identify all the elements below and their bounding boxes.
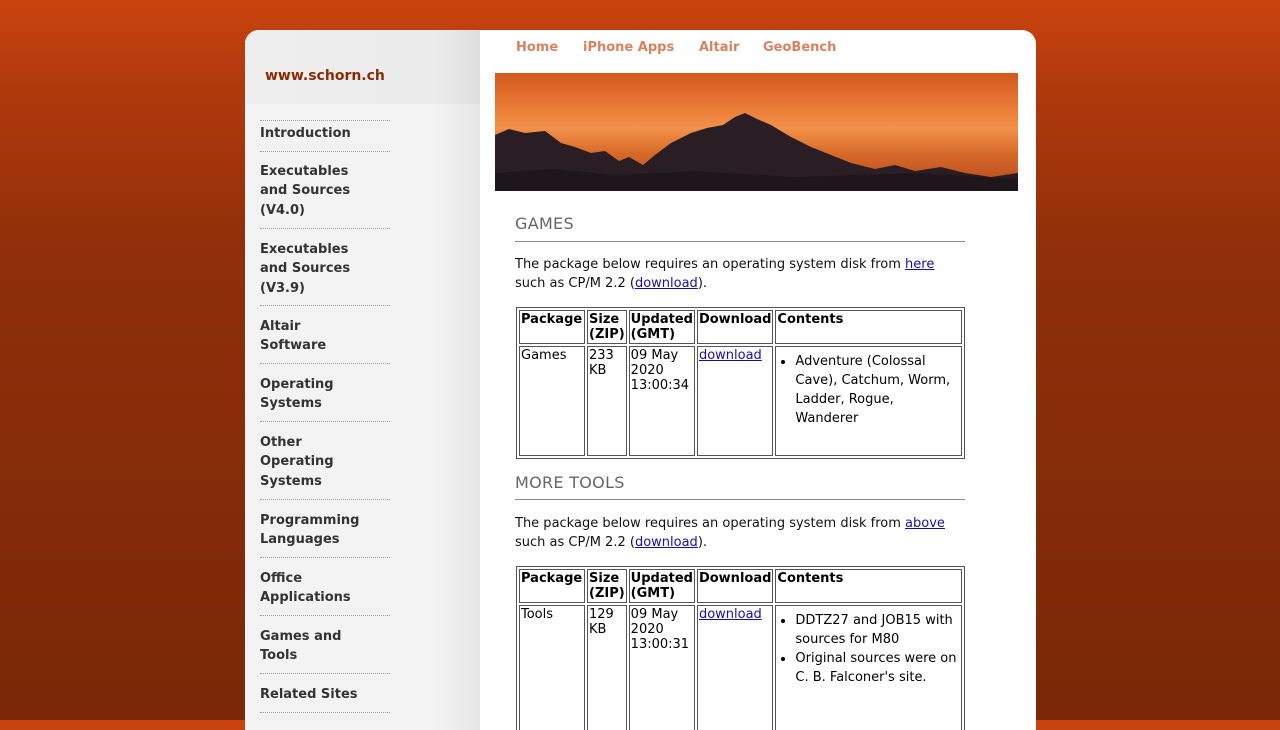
cell-contents: Adventure (Colossal Cave), Catchum, Worm… bbox=[775, 346, 962, 456]
cell-download: download bbox=[696, 605, 774, 730]
sidebar-divider bbox=[260, 228, 390, 229]
col-header-contents: Contents bbox=[775, 569, 962, 603]
list-item: Original sources were on C. B. Falconer'… bbox=[795, 649, 960, 687]
sidebar-divider bbox=[260, 499, 390, 500]
section-divider bbox=[515, 241, 965, 242]
col-header-package: Package bbox=[519, 310, 585, 344]
sidebar-divider bbox=[260, 557, 390, 558]
main-content: Home iPhone Apps Altair GeoBench GAMES T… bbox=[495, 30, 1036, 730]
sidebar-item-executables-v39[interactable]: Executables and Sources (V3.9) bbox=[260, 240, 380, 298]
section-intro-more-tools: The package below requires an operating … bbox=[515, 514, 975, 552]
table-row: Games 233 KB 09 May 2020 13:00:34 downlo… bbox=[519, 346, 962, 456]
section-divider bbox=[515, 499, 965, 500]
page-card: www.schorn.ch Introduction Executables a… bbox=[245, 30, 1036, 730]
col-header-updated: Updated (GMT) bbox=[628, 310, 695, 344]
tools-table: Package Size (ZIP) Updated (GMT) Downloa… bbox=[516, 566, 965, 730]
topnav-altair[interactable]: Altair bbox=[699, 40, 739, 55]
cell-package: Games bbox=[519, 346, 585, 456]
list-item: DDTZ27 and JOB15 with sources for M80 bbox=[795, 611, 960, 649]
col-header-download: Download bbox=[696, 310, 774, 344]
sidebar: www.schorn.ch Introduction Executables a… bbox=[245, 30, 480, 730]
table-header-row: Package Size (ZIP) Updated (GMT) Downloa… bbox=[519, 310, 962, 344]
sidebar-divider bbox=[260, 120, 390, 121]
col-header-download: Download bbox=[696, 569, 774, 603]
sidebar-item-office-applications[interactable]: Office Applications bbox=[260, 569, 380, 608]
site-title-link[interactable]: www.schorn.ch bbox=[265, 68, 385, 84]
section-intro-games: The package below requires an operating … bbox=[515, 255, 975, 293]
section-title-more-tools: MORE TOOLS bbox=[515, 473, 625, 492]
intro-text: such as CP/M 2.2 ( bbox=[515, 276, 635, 291]
sidebar-divider bbox=[260, 712, 390, 713]
sidebar-item-altair-software[interactable]: Altair Software bbox=[260, 317, 380, 356]
cpm-download-link[interactable]: download bbox=[635, 276, 698, 291]
sunset-mountain-banner bbox=[495, 73, 1018, 191]
topnav-geobench[interactable]: GeoBench bbox=[763, 40, 836, 55]
sidebar-divider bbox=[260, 363, 390, 364]
os-disk-link[interactable]: here bbox=[905, 257, 934, 272]
sidebar-divider bbox=[260, 615, 390, 616]
cell-contents: DDTZ27 and JOB15 with sources for M80 Or… bbox=[775, 605, 962, 730]
cpm-download-link[interactable]: download bbox=[635, 535, 698, 550]
intro-text: ). bbox=[697, 276, 708, 291]
section-title-games: GAMES bbox=[515, 214, 574, 233]
cell-package: Tools bbox=[519, 605, 585, 730]
sidebar-divider bbox=[260, 421, 390, 422]
sidebar-divider bbox=[260, 151, 390, 152]
cell-updated: 09 May 2020 13:00:31 bbox=[628, 605, 695, 730]
games-download-link[interactable]: download bbox=[699, 348, 762, 363]
cell-size: 129 KB bbox=[587, 605, 627, 730]
table-row: Tools 129 KB 09 May 2020 13:00:31 downlo… bbox=[519, 605, 962, 730]
table-header-row: Package Size (ZIP) Updated (GMT) Downloa… bbox=[519, 569, 962, 603]
col-header-size: Size (ZIP) bbox=[587, 569, 627, 603]
sidebar-item-games-and-tools[interactable]: Games and Tools bbox=[260, 627, 380, 666]
cell-size: 233 KB bbox=[587, 346, 627, 456]
topnav-iphone-apps[interactable]: iPhone Apps bbox=[583, 40, 674, 55]
contents-list: DDTZ27 and JOB15 with sources for M80 Or… bbox=[777, 611, 960, 687]
games-table: Package Size (ZIP) Updated (GMT) Downloa… bbox=[516, 307, 965, 459]
intro-text: such as CP/M 2.2 ( bbox=[515, 535, 635, 550]
sidebar-header: www.schorn.ch bbox=[245, 30, 480, 104]
contents-list: Adventure (Colossal Cave), Catchum, Worm… bbox=[777, 352, 960, 428]
sidebar-item-other-operating-systems[interactable]: Other Operating Systems bbox=[260, 433, 380, 491]
intro-text: The package below requires an operating … bbox=[515, 516, 906, 531]
cell-download: download bbox=[696, 346, 774, 456]
sidebar-item-executables-v40[interactable]: Executables and Sources (V4.0) bbox=[260, 162, 380, 220]
list-item: Adventure (Colossal Cave), Catchum, Worm… bbox=[795, 352, 960, 428]
col-header-contents: Contents bbox=[775, 310, 962, 344]
intro-text: The package below requires an operating … bbox=[515, 257, 906, 272]
col-header-size: Size (ZIP) bbox=[587, 310, 627, 344]
sidebar-item-introduction[interactable]: Introduction bbox=[260, 124, 380, 143]
tools-download-link[interactable]: download bbox=[699, 607, 762, 622]
intro-text: ). bbox=[697, 535, 708, 550]
topnav-home[interactable]: Home bbox=[516, 40, 558, 55]
os-disk-link[interactable]: above bbox=[905, 516, 945, 531]
col-header-package: Package bbox=[519, 569, 585, 603]
col-header-updated: Updated (GMT) bbox=[628, 569, 695, 603]
sidebar-item-operating-systems[interactable]: Operating Systems bbox=[260, 375, 380, 414]
cell-updated: 09 May 2020 13:00:34 bbox=[628, 346, 695, 456]
sidebar-item-programming-languages[interactable]: Programming Languages bbox=[260, 511, 380, 550]
sidebar-item-related-sites[interactable]: Related Sites bbox=[260, 685, 380, 704]
sidebar-divider bbox=[260, 305, 390, 306]
sidebar-divider bbox=[260, 673, 390, 674]
mountain-silhouette bbox=[495, 113, 1018, 191]
